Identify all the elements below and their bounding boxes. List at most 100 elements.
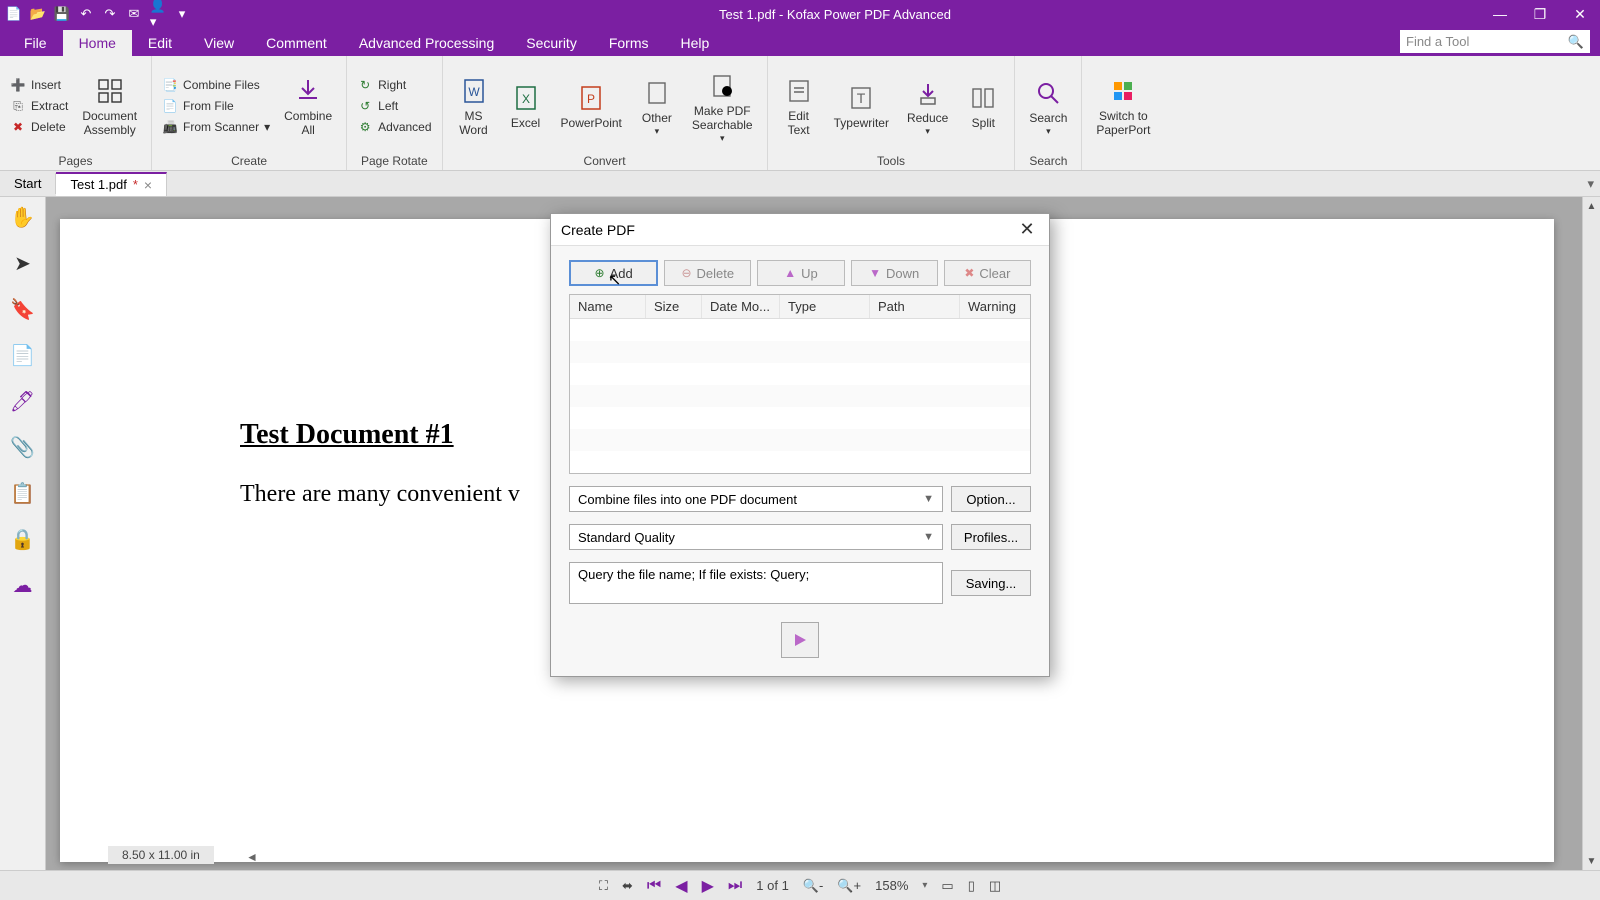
zoom-level[interactable]: 158% <box>875 878 908 893</box>
col-type[interactable]: Type <box>780 295 870 318</box>
pages-panel-icon[interactable]: 📄 <box>9 341 37 369</box>
add-button[interactable]: ⊕Add <box>569 260 658 286</box>
zoom-out-icon[interactable]: 🔍- <box>803 878 824 894</box>
mail-icon[interactable]: ✉ <box>126 6 142 22</box>
from-file-button[interactable]: 📄From File <box>160 97 272 115</box>
saving-button[interactable]: Saving... <box>951 570 1031 596</box>
attachment-icon[interactable]: 📎 <box>9 433 37 461</box>
last-page-icon[interactable]: ⏭ <box>728 877 742 895</box>
tab-document[interactable]: Test 1.pdf *× <box>56 172 167 196</box>
zoom-in-icon[interactable]: 🔍+ <box>837 878 861 894</box>
view-mode-3-icon[interactable]: ◫ <box>989 878 1001 894</box>
convert-ppt-button[interactable]: PPowerPoint <box>555 79 628 133</box>
convert-word-button[interactable]: WMS Word <box>451 72 497 140</box>
first-page-icon[interactable]: ⏮ <box>647 877 661 895</box>
stamp-icon[interactable]: 🖊 <box>9 387 37 415</box>
fit-width-icon[interactable]: ⬌ <box>622 878 633 894</box>
bookmark-icon[interactable]: 🔖 <box>9 295 37 323</box>
zoom-dropdown-icon[interactable]: ▾ <box>922 880 927 891</box>
chevron-down-icon: ▼ <box>923 493 934 505</box>
tab-advanced[interactable]: Advanced Processing <box>343 30 510 56</box>
qat-more-icon[interactable]: ▾ <box>174 6 190 22</box>
combine-files-button[interactable]: 📑Combine Files <box>160 76 272 94</box>
redo-icon[interactable]: ↷ <box>102 6 118 22</box>
fit-page-icon[interactable]: ⛶ <box>599 878 608 894</box>
form-icon[interactable]: 📋 <box>9 479 37 507</box>
insert-button[interactable]: ➕Insert <box>8 76 70 94</box>
split-button[interactable]: Split <box>960 79 1006 133</box>
open-icon[interactable]: 📂 <box>30 6 46 22</box>
convert-excel-button[interactable]: XExcel <box>503 79 549 133</box>
col-name[interactable]: Name <box>570 295 646 318</box>
extract-button[interactable]: ⎘Extract <box>8 97 70 115</box>
col-date[interactable]: Date Mo... <box>702 295 780 318</box>
close-button[interactable]: ✕ <box>1560 0 1600 28</box>
move-down-button[interactable]: ▼Down <box>851 260 938 286</box>
tab-file[interactable]: File <box>8 30 63 56</box>
edit-text-button[interactable]: Edit Text <box>776 72 822 140</box>
quality-select[interactable]: Standard Quality▼ <box>569 524 943 550</box>
paperport-button[interactable]: Switch to PaperPort <box>1090 72 1156 140</box>
find-tool-input[interactable]: Find a Tool 🔍 <box>1400 30 1590 53</box>
move-up-button[interactable]: ▲Up <box>757 260 844 286</box>
vertical-scrollbar[interactable]: ▲ ▼ <box>1582 197 1600 870</box>
make-searchable-button[interactable]: Make PDF Searchable▾ <box>686 67 759 145</box>
rotate-right-button[interactable]: ↻Right <box>355 76 433 94</box>
tab-dropdown-icon[interactable]: ▾ <box>1587 176 1600 192</box>
scroll-up-icon[interactable]: ▲ <box>1583 197 1600 215</box>
combine-mode-select[interactable]: Combine files into one PDF document▼ <box>569 486 943 512</box>
tab-security[interactable]: Security <box>510 30 593 56</box>
combine-icon <box>291 74 325 108</box>
tab-edit[interactable]: Edit <box>132 30 188 56</box>
minimize-button[interactable]: ― <box>1480 0 1520 28</box>
col-warning[interactable]: Warning <box>960 295 1030 318</box>
prev-page-icon[interactable]: ◀ <box>675 876 687 896</box>
person-icon[interactable]: 👤▾ <box>150 6 166 22</box>
lock-icon[interactable]: 🔒 <box>9 525 37 553</box>
tab-view[interactable]: View <box>188 30 250 56</box>
clear-button[interactable]: ✖Clear <box>944 260 1031 286</box>
from-scanner-button[interactable]: 📠From Scanner ▾ <box>160 118 272 136</box>
file-list-table[interactable]: Name Size Date Mo... Type Path Warning <box>569 294 1031 474</box>
tab-help[interactable]: Help <box>665 30 726 56</box>
hscroll-left-icon[interactable]: ◄ <box>246 850 258 864</box>
search-button[interactable]: Search▾ <box>1023 74 1073 138</box>
col-path[interactable]: Path <box>870 295 960 318</box>
option-button[interactable]: Option... <box>951 486 1031 512</box>
view-mode-1-icon[interactable]: ▭ <box>941 878 953 894</box>
tab-close-icon[interactable]: × <box>144 177 152 193</box>
rotate-advanced-button[interactable]: ⚙Advanced <box>355 118 433 136</box>
scroll-down-icon[interactable]: ▼ <box>1583 852 1600 870</box>
profiles-button[interactable]: Profiles... <box>951 524 1031 550</box>
view-mode-2-icon[interactable]: ▯ <box>968 878 975 894</box>
tab-home[interactable]: Home <box>63 30 132 56</box>
save-icon[interactable]: 💾 <box>54 6 70 22</box>
select-tool-icon[interactable]: ➤ <box>9 249 37 277</box>
maximize-button[interactable]: ❐ <box>1520 0 1560 28</box>
undo-icon[interactable]: ↶ <box>78 6 94 22</box>
col-size[interactable]: Size <box>646 295 702 318</box>
rotate-left-button[interactable]: ↺Left <box>355 97 433 115</box>
next-page-icon[interactable]: ▶ <box>702 876 714 896</box>
document-assembly-button[interactable]: Document Assembly <box>76 72 143 140</box>
dialog-titlebar[interactable]: Create PDF ✕ <box>551 214 1049 246</box>
excel-icon: X <box>509 81 543 115</box>
cloud-icon[interactable]: ☁ <box>9 571 37 599</box>
tab-forms[interactable]: Forms <box>593 30 665 56</box>
magnify-icon <box>1031 76 1065 110</box>
tab-comment[interactable]: Comment <box>250 30 343 56</box>
table-body[interactable] <box>570 319 1030 469</box>
convert-other-button[interactable]: Other▾ <box>634 74 680 138</box>
saving-info-textbox[interactable]: Query the file name; If file exists: Que… <box>569 562 943 604</box>
typewriter-button[interactable]: TTypewriter <box>828 79 895 133</box>
delete-file-button[interactable]: ⊖Delete <box>664 260 751 286</box>
word-icon: W <box>457 74 491 108</box>
assembly-icon <box>93 74 127 108</box>
hand-tool-icon[interactable]: ✋ <box>9 203 37 231</box>
combine-all-button[interactable]: Combine All <box>278 72 338 140</box>
start-button[interactable] <box>781 622 819 658</box>
delete-button[interactable]: ✖Delete <box>8 118 70 136</box>
reduce-button[interactable]: Reduce▾ <box>901 74 954 138</box>
dialog-close-icon[interactable]: ✕ <box>1015 219 1039 240</box>
tab-start[interactable]: Start <box>0 173 56 194</box>
